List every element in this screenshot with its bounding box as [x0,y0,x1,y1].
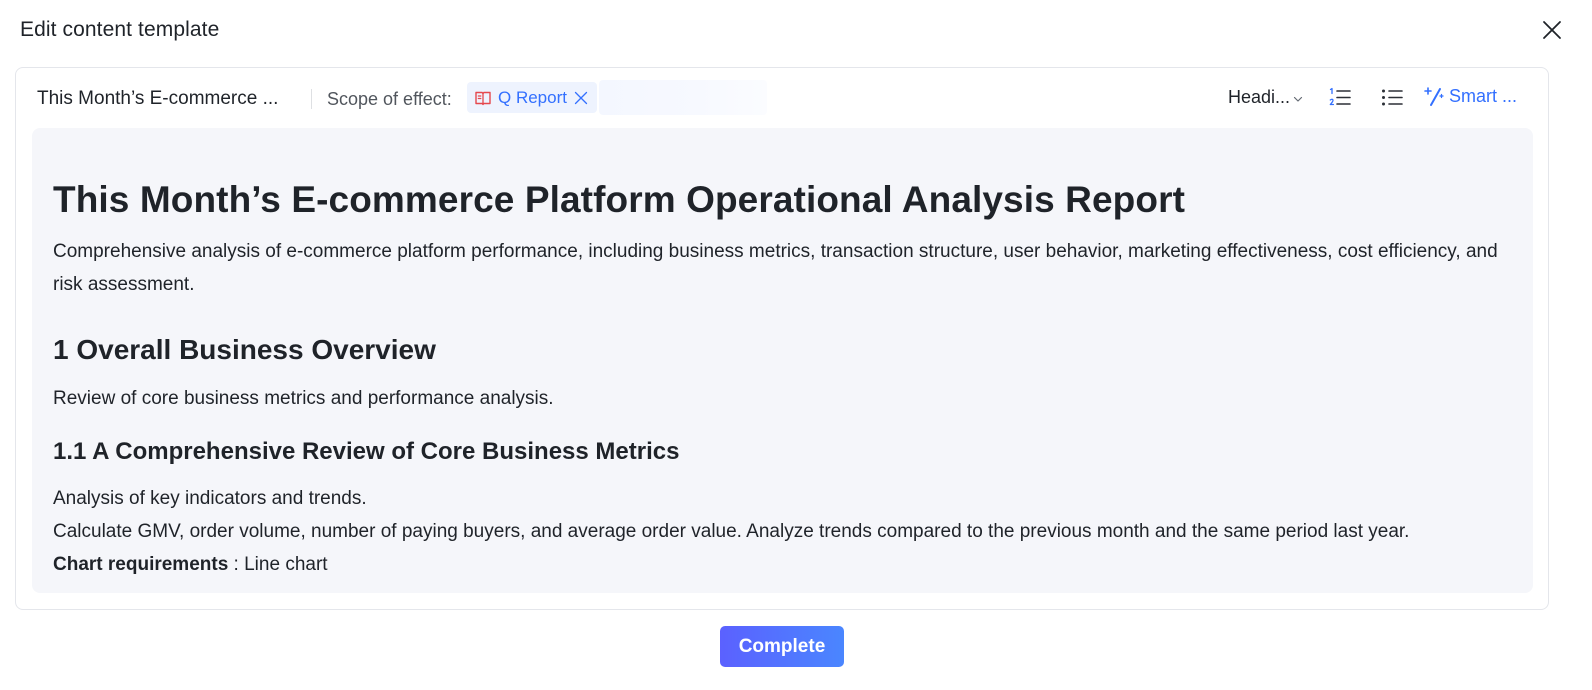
ordered-list-icon [1329,87,1351,106]
scope-search-input[interactable] [599,80,767,115]
ordered-list-button[interactable] [1327,85,1353,111]
chart-requirements-value: : Line chart [228,554,328,575]
dialog-title: Edit content template [20,18,220,41]
report-book-icon [475,91,491,105]
smart-assist-label: Smart ... [1449,85,1518,106]
close-icon[interactable] [573,90,589,106]
complete-button[interactable]: Complete [720,626,844,667]
bullet-list-button[interactable] [1379,85,1405,111]
section-1-text: Review of core business metrics and perf… [53,388,554,409]
smart-assist-button[interactable]: Smart ... [1423,85,1517,107]
section-1-1-heading: 1.1 A Comprehensive Review of Core Busin… [53,438,680,465]
close-icon[interactable] [1540,18,1564,42]
section-1-1-line-1: Analysis of key indicators and trends. [53,488,367,509]
section-1-heading: 1 Overall Business Overview [53,334,436,365]
editor-toolbar: This Month’s E-commerce ... Scope of eff… [16,68,1548,128]
report-intro: Comprehensive analysis of e-commerce pla… [53,241,1498,295]
chevron-down-icon [1293,96,1303,102]
heading-select-value: Headi... [1228,87,1291,107]
chart-requirements-label: Chart requirements [53,554,229,575]
document-name[interactable]: This Month’s E-commerce ... [37,88,278,110]
scope-label: Scope of effect: [327,89,452,109]
scope-tag-label: Q Report [498,87,567,107]
editor-card: This Month’s E-commerce ... Scope of eff… [15,67,1549,610]
toolbar-divider [311,89,312,109]
template-content-area[interactable]: This Month’s E-commerce Platform Operati… [32,128,1533,593]
magic-wand-icon [1424,87,1444,106]
section-1-1-line-2: Calculate GMV, order volume, number of p… [53,521,1410,542]
heading-style-select[interactable]: Headi... [1228,87,1303,108]
close-dialog-button[interactable] [1540,18,1564,42]
report-title: This Month’s E-commerce Platform Operati… [53,179,1185,220]
bullet-list-icon [1382,89,1403,106]
section-1-1-body: Analysis of key indicators and trends. C… [53,482,1512,581]
scope-tag-q-report[interactable]: Q Report [467,82,597,113]
edit-template-dialog: Edit content template This Month’s E-com… [0,0,1592,690]
chart-requirements: Chart requirements : Line chart [53,548,1512,581]
